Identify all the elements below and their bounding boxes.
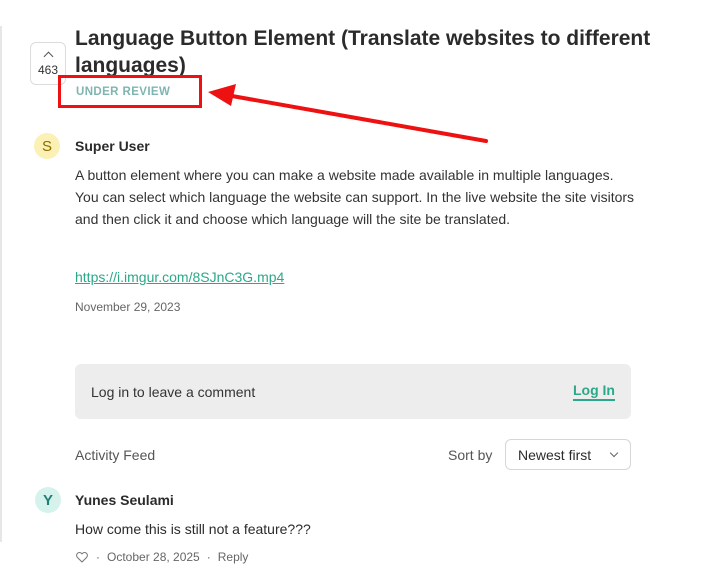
comment-author: Yunes Seulami	[75, 492, 174, 508]
activity-feed-title: Activity Feed	[75, 447, 156, 463]
post-video-link[interactable]: https://i.imgur.com/8SJnC3G.mp4	[75, 269, 284, 285]
avatar: S	[34, 133, 60, 159]
post-title: Language Button Element (Translate websi…	[75, 27, 651, 77]
meta-separator: ·	[96, 550, 100, 564]
annotation-highlight-box	[58, 75, 202, 108]
comment-prompt: Log in to leave a comment	[91, 383, 256, 400]
comment-login-box: Log in to leave a comment Log In	[75, 364, 631, 419]
chevron-down-icon	[609, 448, 619, 458]
sort-selected-value: Newest first	[518, 446, 592, 463]
comment-text: How come this is still not a feature???	[75, 521, 311, 537]
post-body: A button element where you can make a we…	[75, 167, 635, 227]
reply-button[interactable]: Reply	[218, 550, 249, 564]
left-divider	[0, 26, 2, 542]
heart-icon[interactable]	[75, 550, 89, 564]
post-author: Super User	[75, 138, 150, 154]
post-date: November 29, 2023	[75, 300, 181, 314]
vote-count: 463	[37, 63, 59, 77]
sort-label: Sort by	[448, 447, 493, 463]
chevron-up-icon	[43, 51, 53, 62]
avatar: Y	[35, 487, 61, 513]
comment-date: October 28, 2025	[107, 550, 200, 564]
meta-separator: ·	[206, 550, 211, 564]
sort-select[interactable]: Newest first	[505, 439, 631, 470]
login-button[interactable]: Log In	[573, 382, 615, 401]
comment-meta: · October 28, 2025 · Reply	[75, 550, 248, 564]
